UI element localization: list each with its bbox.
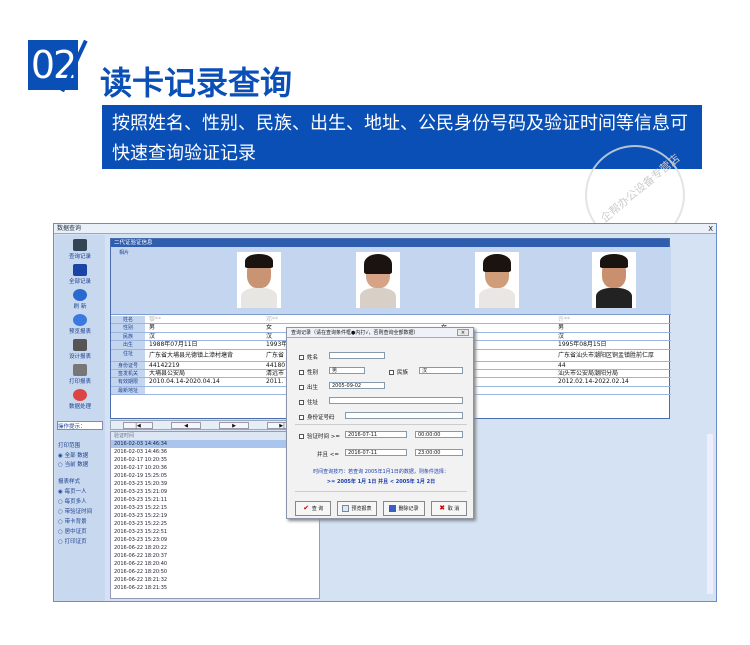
name-input[interactable] <box>329 352 385 359</box>
window-titlebar: 数据查询 <box>54 224 716 234</box>
dialog-close-button[interactable]: × <box>457 329 469 336</box>
time-tip-1: 时间查询技巧：若查询 2005年1月1日的数据，则条件选择： <box>313 469 449 475</box>
checkbox-icon <box>299 434 304 439</box>
nation-select[interactable]: 汉 <box>419 367 463 374</box>
report-icon <box>342 505 350 512</box>
op-hint-box: 操作提示： <box>57 421 103 430</box>
print-range-label: 打印范围 <box>58 443 81 449</box>
birth-date-select[interactable]: 2005-09-02 <box>329 382 385 389</box>
list-item[interactable]: 2016-03-23 15:22:25 <box>111 520 319 528</box>
list-item[interactable]: 2016-06-22 18:20:22 <box>111 544 319 552</box>
magnifier-icon <box>73 314 87 326</box>
time-check[interactable]: 验证时间 >= <box>299 432 340 440</box>
pie-chart-icon <box>73 389 87 401</box>
style-opt-4[interactable]: ○ 带卡背景 <box>58 517 87 525</box>
list-item[interactable]: 2016-06-22 18:21:32 <box>111 576 319 584</box>
query-button[interactable]: ✔ 查 询 <box>295 501 331 516</box>
nav-data-processing[interactable]: 数据处理 <box>55 389 105 410</box>
printer-icon <box>73 364 87 376</box>
window-title: 数据查询 <box>57 225 82 232</box>
sex-check[interactable]: 性别 <box>299 368 318 376</box>
close-icon[interactable]: X <box>708 224 713 234</box>
pen-icon <box>73 339 87 351</box>
style-opt-6[interactable]: ○ 打印证页 <box>58 537 87 545</box>
sidebar: 查询记录 全部记录 刷 新 预览报表 设计报表 打印报表 数据处理 操作提示： … <box>55 235 105 601</box>
checkbox-icon <box>299 400 304 405</box>
photo-3 <box>475 252 519 308</box>
id-check[interactable]: 身份证号码 <box>299 413 335 421</box>
prev-page-button[interactable]: ◀ <box>171 422 201 429</box>
cancel-button[interactable]: ✖ 取 消 <box>431 501 467 516</box>
nav-all-records[interactable]: 全部记录 <box>55 264 105 285</box>
nav-query-records[interactable]: 查询记录 <box>55 239 105 260</box>
checkbox-icon <box>389 370 394 375</box>
section-title: 读卡记录查询 <box>100 64 293 102</box>
name-check[interactable]: 姓名 <box>299 353 318 361</box>
refresh-icon <box>73 289 87 301</box>
photo-4 <box>592 252 636 308</box>
list-item[interactable]: 2016-06-22 18:21:35 <box>111 584 319 592</box>
preview-report-button[interactable]: 预览报表 <box>337 501 377 516</box>
scrollbar[interactable] <box>707 434 713 594</box>
list-item[interactable]: 2016-06-22 18:20:37 <box>111 552 319 560</box>
id-number-input[interactable] <box>345 412 463 419</box>
list-item[interactable]: 2016-03-23 15:22:51 <box>111 528 319 536</box>
photo-1 <box>237 252 281 308</box>
first-page-button[interactable]: |◀ <box>123 422 153 429</box>
style-opt-1[interactable]: ◉ 每页一人 <box>58 487 87 495</box>
list-item[interactable]: 2016-06-22 18:20:40 <box>111 560 319 568</box>
list-item[interactable]: 2016-03-23 15:23:09 <box>111 536 319 544</box>
next-page-button[interactable]: ▶ <box>219 422 249 429</box>
list-item[interactable]: 2016-06-22 18:20:50 <box>111 568 319 576</box>
style-opt-5[interactable]: ○ 居中证页 <box>58 527 87 535</box>
address-check[interactable]: 住址 <box>299 398 318 406</box>
delete-records-button[interactable]: 删除记录 <box>383 501 425 516</box>
checkbox-icon <box>299 415 304 420</box>
nav-refresh[interactable]: 刷 新 <box>55 289 105 310</box>
query-dialog: 查询记录（请在查询条件框●内打√，否则查询全部数据） × 姓名 性别 男 民族 … <box>286 327 474 519</box>
checkbox-icon <box>299 385 304 390</box>
time-to-input[interactable]: 23:00:00 <box>415 449 463 456</box>
style-opt-2[interactable]: ○ 每页多人 <box>58 497 87 505</box>
time-from-input[interactable]: 00:00:00 <box>415 431 463 438</box>
range-current-radio[interactable]: ○ 当前 数据 <box>58 460 88 468</box>
row-name: 姓名 黎** 邓** 许** <box>111 316 671 325</box>
photo-2 <box>356 252 400 308</box>
checkbox-icon <box>299 355 304 360</box>
date-to-select[interactable]: 2016-07-11 <box>345 449 407 456</box>
nav-design-report[interactable]: 设计报表 <box>55 339 105 360</box>
birth-check[interactable]: 出生 <box>299 383 318 391</box>
card-header: 二代证验证信息 <box>111 239 669 247</box>
divider <box>295 491 467 492</box>
check-icon: ✔ <box>303 504 310 512</box>
nation-check[interactable]: 民族 <box>389 368 408 376</box>
style-opt-3[interactable]: ○ 带验证时间 <box>58 507 92 515</box>
nav-print-report[interactable]: 打印报表 <box>55 364 105 385</box>
address-input[interactable] <box>329 397 463 404</box>
divider <box>295 424 467 425</box>
sex-select[interactable]: 男 <box>329 367 365 374</box>
date-from-select[interactable]: 2016-07-11 <box>345 431 407 438</box>
time-tip-2: >= 2005年 1月 1日 并且 < 2005年 1月 2日 <box>326 479 436 485</box>
query-window: 数据查询 X 查询记录 全部记录 刷 新 预览报表 设计报表 打印报表 数据处理… <box>53 223 717 602</box>
dialog-title: 查询记录（请在查询条件框●内打√，否则查询全部数据） <box>287 328 473 338</box>
cancel-icon: ✖ <box>439 504 446 512</box>
photo-label: 相片 <box>119 250 130 256</box>
checkbox-icon <box>299 370 304 375</box>
delete-icon <box>389 505 397 512</box>
binoculars-icon <box>73 239 87 251</box>
nav-preview-report[interactable]: 预览报表 <box>55 314 105 335</box>
grid-icon <box>73 264 87 276</box>
report-style-label: 报表样式 <box>58 479 81 485</box>
and-label: 并且 <= <box>317 452 339 458</box>
range-all-radio[interactable]: ◉ 全部 数据 <box>58 451 88 459</box>
photo-row: 相片 <box>111 247 671 315</box>
section-number-badge: 02 <box>28 40 78 90</box>
